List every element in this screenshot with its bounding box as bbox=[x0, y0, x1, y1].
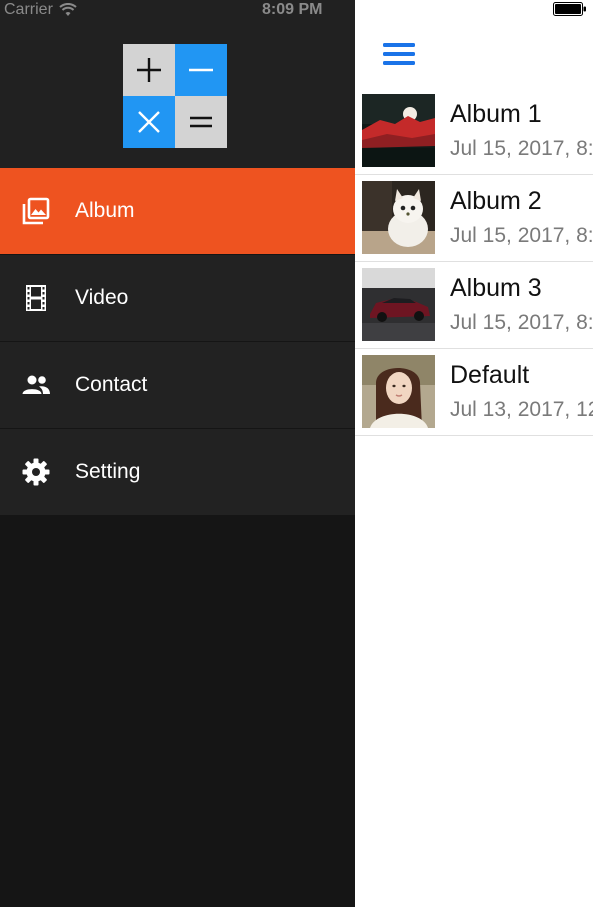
carrier-label: Carrier bbox=[4, 1, 53, 18]
sidebar-item-label: Setting bbox=[75, 460, 141, 483]
album-row[interactable]: Default Jul 13, 2017, 12 bbox=[355, 349, 593, 436]
navigation-bar bbox=[355, 20, 593, 89]
sidebar-item-album[interactable]: Album bbox=[0, 168, 355, 254]
status-bar-left: Carrier bbox=[4, 0, 77, 20]
equals-icon bbox=[175, 96, 227, 148]
album-row[interactable]: Album 2 Jul 15, 2017, 8: bbox=[355, 175, 593, 262]
album-title: Album 3 bbox=[450, 274, 542, 302]
thumbnail-image bbox=[362, 94, 435, 167]
gear-icon bbox=[20, 456, 52, 488]
sidebar-item-label: Video bbox=[75, 286, 129, 309]
sidebar-item-label: Contact bbox=[75, 373, 148, 396]
side-drawer: Carrier 8:09 PM Album Video Contact Sett… bbox=[0, 0, 355, 907]
calculator-logo bbox=[123, 44, 227, 148]
album-date: Jul 15, 2017, 8: bbox=[450, 224, 593, 247]
film-icon bbox=[20, 282, 52, 314]
album-title: Album 1 bbox=[450, 100, 542, 128]
album-title: Album 2 bbox=[450, 187, 542, 215]
thumbnail-image bbox=[362, 268, 435, 341]
album-date: Jul 15, 2017, 8: bbox=[450, 137, 593, 160]
drawer-header: Carrier 8:09 PM bbox=[0, 0, 355, 168]
album-list-screen: Album 1 Jul 15, 2017, 8: Album 2 Jul 15,… bbox=[355, 0, 593, 907]
times-icon bbox=[123, 96, 175, 148]
sidebar-item-label: Album bbox=[75, 199, 135, 222]
status-time: 8:09 PM bbox=[262, 1, 323, 18]
hamburger-icon[interactable] bbox=[383, 42, 415, 66]
people-icon bbox=[20, 369, 52, 401]
minus-icon bbox=[175, 44, 227, 96]
wifi-icon bbox=[59, 3, 77, 16]
photo-album-icon bbox=[20, 195, 52, 227]
album-row[interactable]: Album 3 Jul 15, 2017, 8: bbox=[355, 262, 593, 349]
sidebar-item-video[interactable]: Video bbox=[0, 255, 355, 341]
album-title: Default bbox=[450, 361, 530, 389]
sidebar-item-setting[interactable]: Setting bbox=[0, 429, 355, 515]
sidebar-item-contact[interactable]: Contact bbox=[0, 342, 355, 428]
album-row[interactable]: Album 1 Jul 15, 2017, 8: bbox=[355, 88, 593, 175]
album-date: Jul 13, 2017, 12 bbox=[450, 398, 593, 421]
battery-icon bbox=[553, 2, 586, 16]
album-date: Jul 15, 2017, 8: bbox=[450, 311, 593, 334]
thumbnail-image bbox=[362, 355, 435, 428]
thumbnail-image bbox=[362, 181, 435, 254]
plus-icon bbox=[123, 44, 175, 96]
